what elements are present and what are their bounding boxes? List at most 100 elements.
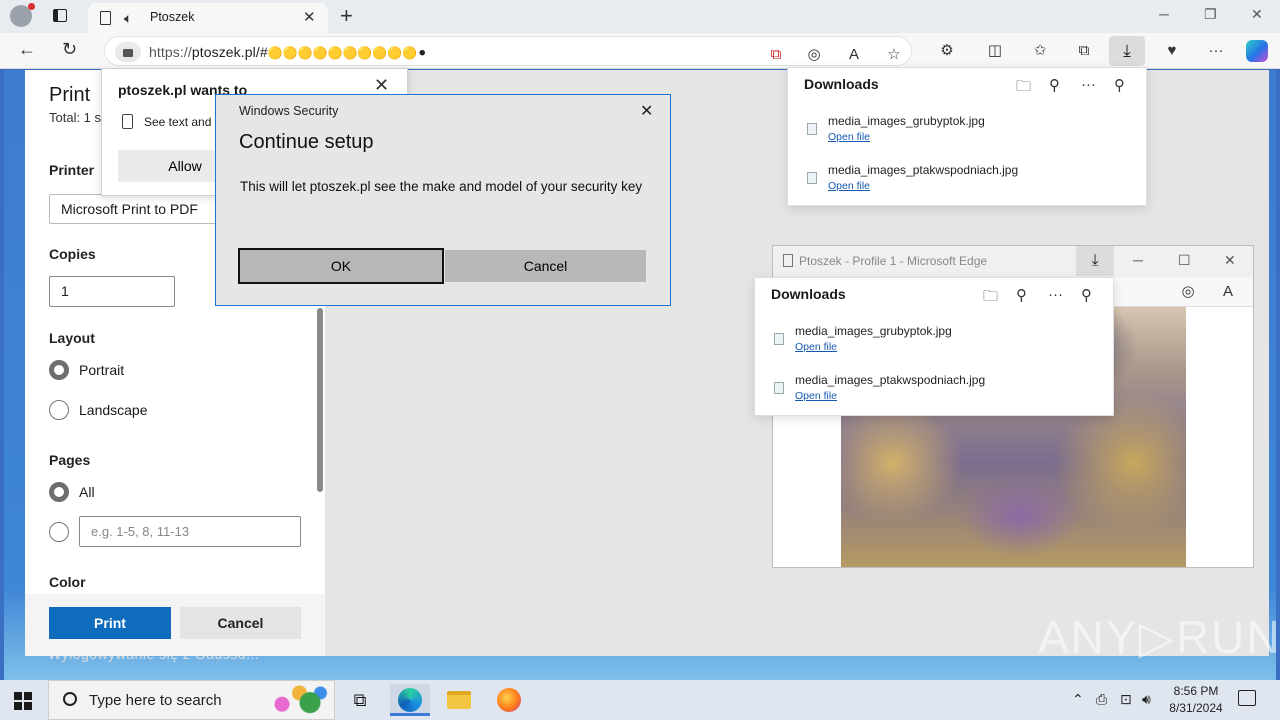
restore-button[interactable]: ❐ bbox=[1204, 6, 1217, 23]
open-file-link[interactable]: Open file bbox=[828, 180, 870, 192]
print-footer: Print Cancel bbox=[25, 594, 325, 656]
more-menu-icon[interactable]: ··· bbox=[1207, 42, 1225, 60]
download-filename[interactable]: media_images_ptakwspodniach.jpg bbox=[795, 373, 985, 387]
address-bar[interactable]: https://ptoszek.pl/#🟡🟡🟡🟡🟡🟡🟡🟡🟡🟡⚫ ⧉ ◎ A ☆ bbox=[104, 36, 912, 66]
download-filename[interactable]: media_images_grubyptok.jpg bbox=[795, 324, 952, 338]
window-titlebar: Ptoszek - Profile 1 - Microsoft Edge ⤓ ─… bbox=[773, 246, 1253, 277]
favorite-star-icon[interactable]: ☆ bbox=[885, 46, 903, 64]
search-placeholder: Type here to search bbox=[89, 692, 222, 709]
folder-icon bbox=[447, 691, 471, 709]
more-icon[interactable]: ··· bbox=[1048, 286, 1063, 303]
collections-icon[interactable]: ⧉ bbox=[1075, 42, 1093, 60]
permission-item: See text and i bbox=[144, 115, 218, 129]
browser-toolbar: ← ↻ https://ptoszek.pl/#🟡🟡🟡🟡🟡🟡🟡🟡🟡🟡⚫ ⧉ ◎ … bbox=[0, 33, 1280, 69]
taskbar-clock[interactable]: 8:56 PM 8/31/2024 bbox=[1166, 683, 1226, 717]
network-icon[interactable]: ⊡ bbox=[1120, 691, 1132, 708]
taskbar-edge[interactable] bbox=[390, 684, 430, 716]
page-icon bbox=[100, 11, 111, 25]
close-window-button[interactable]: ✕ bbox=[1251, 6, 1263, 23]
close-icon[interactable]: ✕ bbox=[303, 8, 316, 26]
open-file-link[interactable]: Open file bbox=[795, 341, 837, 353]
chevron-up-icon[interactable]: ⌃ bbox=[1072, 691, 1084, 708]
layout-label: Layout bbox=[49, 330, 95, 346]
minimize-button[interactable]: ─ bbox=[1133, 252, 1143, 268]
file-icon bbox=[774, 382, 784, 394]
copies-input[interactable]: 1 bbox=[49, 276, 175, 307]
browser-essentials-icon[interactable]: ♥ bbox=[1163, 42, 1181, 60]
read-aloud-icon[interactable]: A bbox=[845, 46, 863, 64]
profile-avatar[interactable] bbox=[10, 3, 35, 27]
copilot-icon[interactable] bbox=[1246, 40, 1268, 62]
task-view-icon[interactable]: ⧉ bbox=[340, 684, 380, 716]
tab-actions-icon[interactable] bbox=[53, 9, 67, 22]
volume-icon[interactable]: 🔊︎ bbox=[1142, 691, 1151, 708]
url-text: https://ptoszek.pl/#🟡🟡🟡🟡🟡🟡🟡🟡🟡🟡⚫ bbox=[149, 44, 428, 60]
pages-range-input[interactable]: e.g. 1-5, 8, 11-13 bbox=[79, 516, 301, 547]
dialog-message: This will let ptoszek.pl see the make an… bbox=[240, 179, 643, 194]
reading-view-icon[interactable]: ◎ bbox=[1179, 283, 1197, 301]
blocked-popup-icon[interactable]: ⧉ bbox=[767, 46, 785, 64]
search-icon[interactable]: ⚲ bbox=[1016, 286, 1027, 304]
refresh-button[interactable]: ↻ bbox=[62, 39, 77, 60]
close-icon[interactable]: ✕ bbox=[374, 75, 389, 96]
downloads-flyout: Downloads 🗀 ⚲ ··· ⚲ media_images_grubypt… bbox=[754, 277, 1114, 416]
taskbar-firefox[interactable] bbox=[489, 684, 529, 716]
pin-icon[interactable]: ⚲ bbox=[1114, 76, 1125, 94]
search-highlight-art bbox=[261, 685, 331, 717]
folder-icon[interactable]: 🗀 bbox=[983, 286, 998, 311]
pages-all-radio[interactable] bbox=[49, 482, 69, 502]
maximize-button[interactable]: ☐ bbox=[1178, 252, 1191, 269]
tab-ptoszek[interactable]: 🔈︎ Ptoszek ✕ bbox=[88, 3, 328, 33]
taskbar-file-explorer[interactable] bbox=[439, 684, 479, 716]
printer-select[interactable]: Microsoft Print to PDF bbox=[49, 194, 219, 224]
device-icon[interactable]: ⎙ bbox=[1096, 691, 1107, 708]
new-tab-button[interactable]: + bbox=[340, 3, 353, 29]
open-file-link[interactable]: Open file bbox=[795, 390, 837, 402]
tab-title: Ptoszek bbox=[150, 10, 195, 24]
print-button[interactable]: Print bbox=[49, 607, 171, 639]
folder-icon[interactable]: 🗀 bbox=[1016, 76, 1031, 101]
close-icon[interactable]: ✕ bbox=[640, 101, 653, 121]
color-label: Color bbox=[49, 574, 86, 590]
minimize-button[interactable]: ─ bbox=[1159, 6, 1169, 22]
favorites-icon[interactable]: ✩ bbox=[1031, 42, 1049, 60]
more-icon[interactable]: ··· bbox=[1081, 76, 1096, 93]
edge-icon bbox=[398, 688, 422, 712]
back-button[interactable]: ← bbox=[18, 39, 36, 60]
download-filename[interactable]: media_images_grubyptok.jpg bbox=[828, 114, 985, 128]
speaker-icon[interactable]: 🔈︎ bbox=[124, 10, 132, 27]
split-screen-icon[interactable]: ◫ bbox=[986, 42, 1004, 60]
print-total: Total: 1 s bbox=[49, 110, 102, 125]
notification-icon[interactable] bbox=[1238, 690, 1256, 706]
search-icon bbox=[63, 692, 77, 706]
open-file-link[interactable]: Open file bbox=[828, 131, 870, 143]
downloads-button[interactable]: ⤓ bbox=[1076, 246, 1114, 276]
extensions-icon[interactable]: ⚙ bbox=[938, 42, 956, 60]
clock-time: 8:56 PM bbox=[1173, 684, 1219, 698]
read-aloud-icon[interactable]: A bbox=[1219, 283, 1237, 301]
reading-view-icon[interactable]: ◎ bbox=[805, 46, 823, 64]
pages-custom-radio[interactable] bbox=[49, 522, 69, 542]
downloads-flyout: Downloads 🗀 ⚲ ··· ⚲ media_images_grubypt… bbox=[787, 67, 1147, 206]
ok-button[interactable]: OK bbox=[238, 248, 444, 284]
print-cancel-button[interactable]: Cancel bbox=[180, 607, 301, 639]
landscape-radio[interactable] bbox=[49, 400, 69, 420]
portrait-radio[interactable] bbox=[49, 360, 69, 380]
scrollbar-thumb[interactable] bbox=[317, 308, 323, 492]
download-filename[interactable]: media_images_ptakwspodniach.jpg bbox=[828, 163, 1018, 177]
portrait-label: Portrait bbox=[79, 362, 125, 378]
pin-icon[interactable]: ⚲ bbox=[1081, 286, 1092, 304]
anyrun-watermark: ANY▷RUN bbox=[1038, 611, 1280, 663]
cancel-button[interactable]: Cancel bbox=[445, 250, 646, 282]
windows-security-dialog: Windows Security ✕ Continue setup This w… bbox=[215, 94, 671, 306]
lock-icon[interactable] bbox=[115, 42, 141, 62]
firefox-icon bbox=[497, 688, 521, 712]
printer-label: Printer bbox=[49, 162, 95, 178]
copies-label: Copies bbox=[49, 246, 96, 262]
taskbar-search[interactable]: Type here to search bbox=[48, 680, 335, 720]
downloads-button[interactable]: ⤓ bbox=[1109, 36, 1145, 66]
dialog-caption: Windows Security bbox=[239, 104, 339, 118]
close-window-button[interactable]: ✕ bbox=[1224, 252, 1236, 269]
start-button[interactable] bbox=[14, 692, 32, 710]
search-icon[interactable]: ⚲ bbox=[1049, 76, 1060, 94]
